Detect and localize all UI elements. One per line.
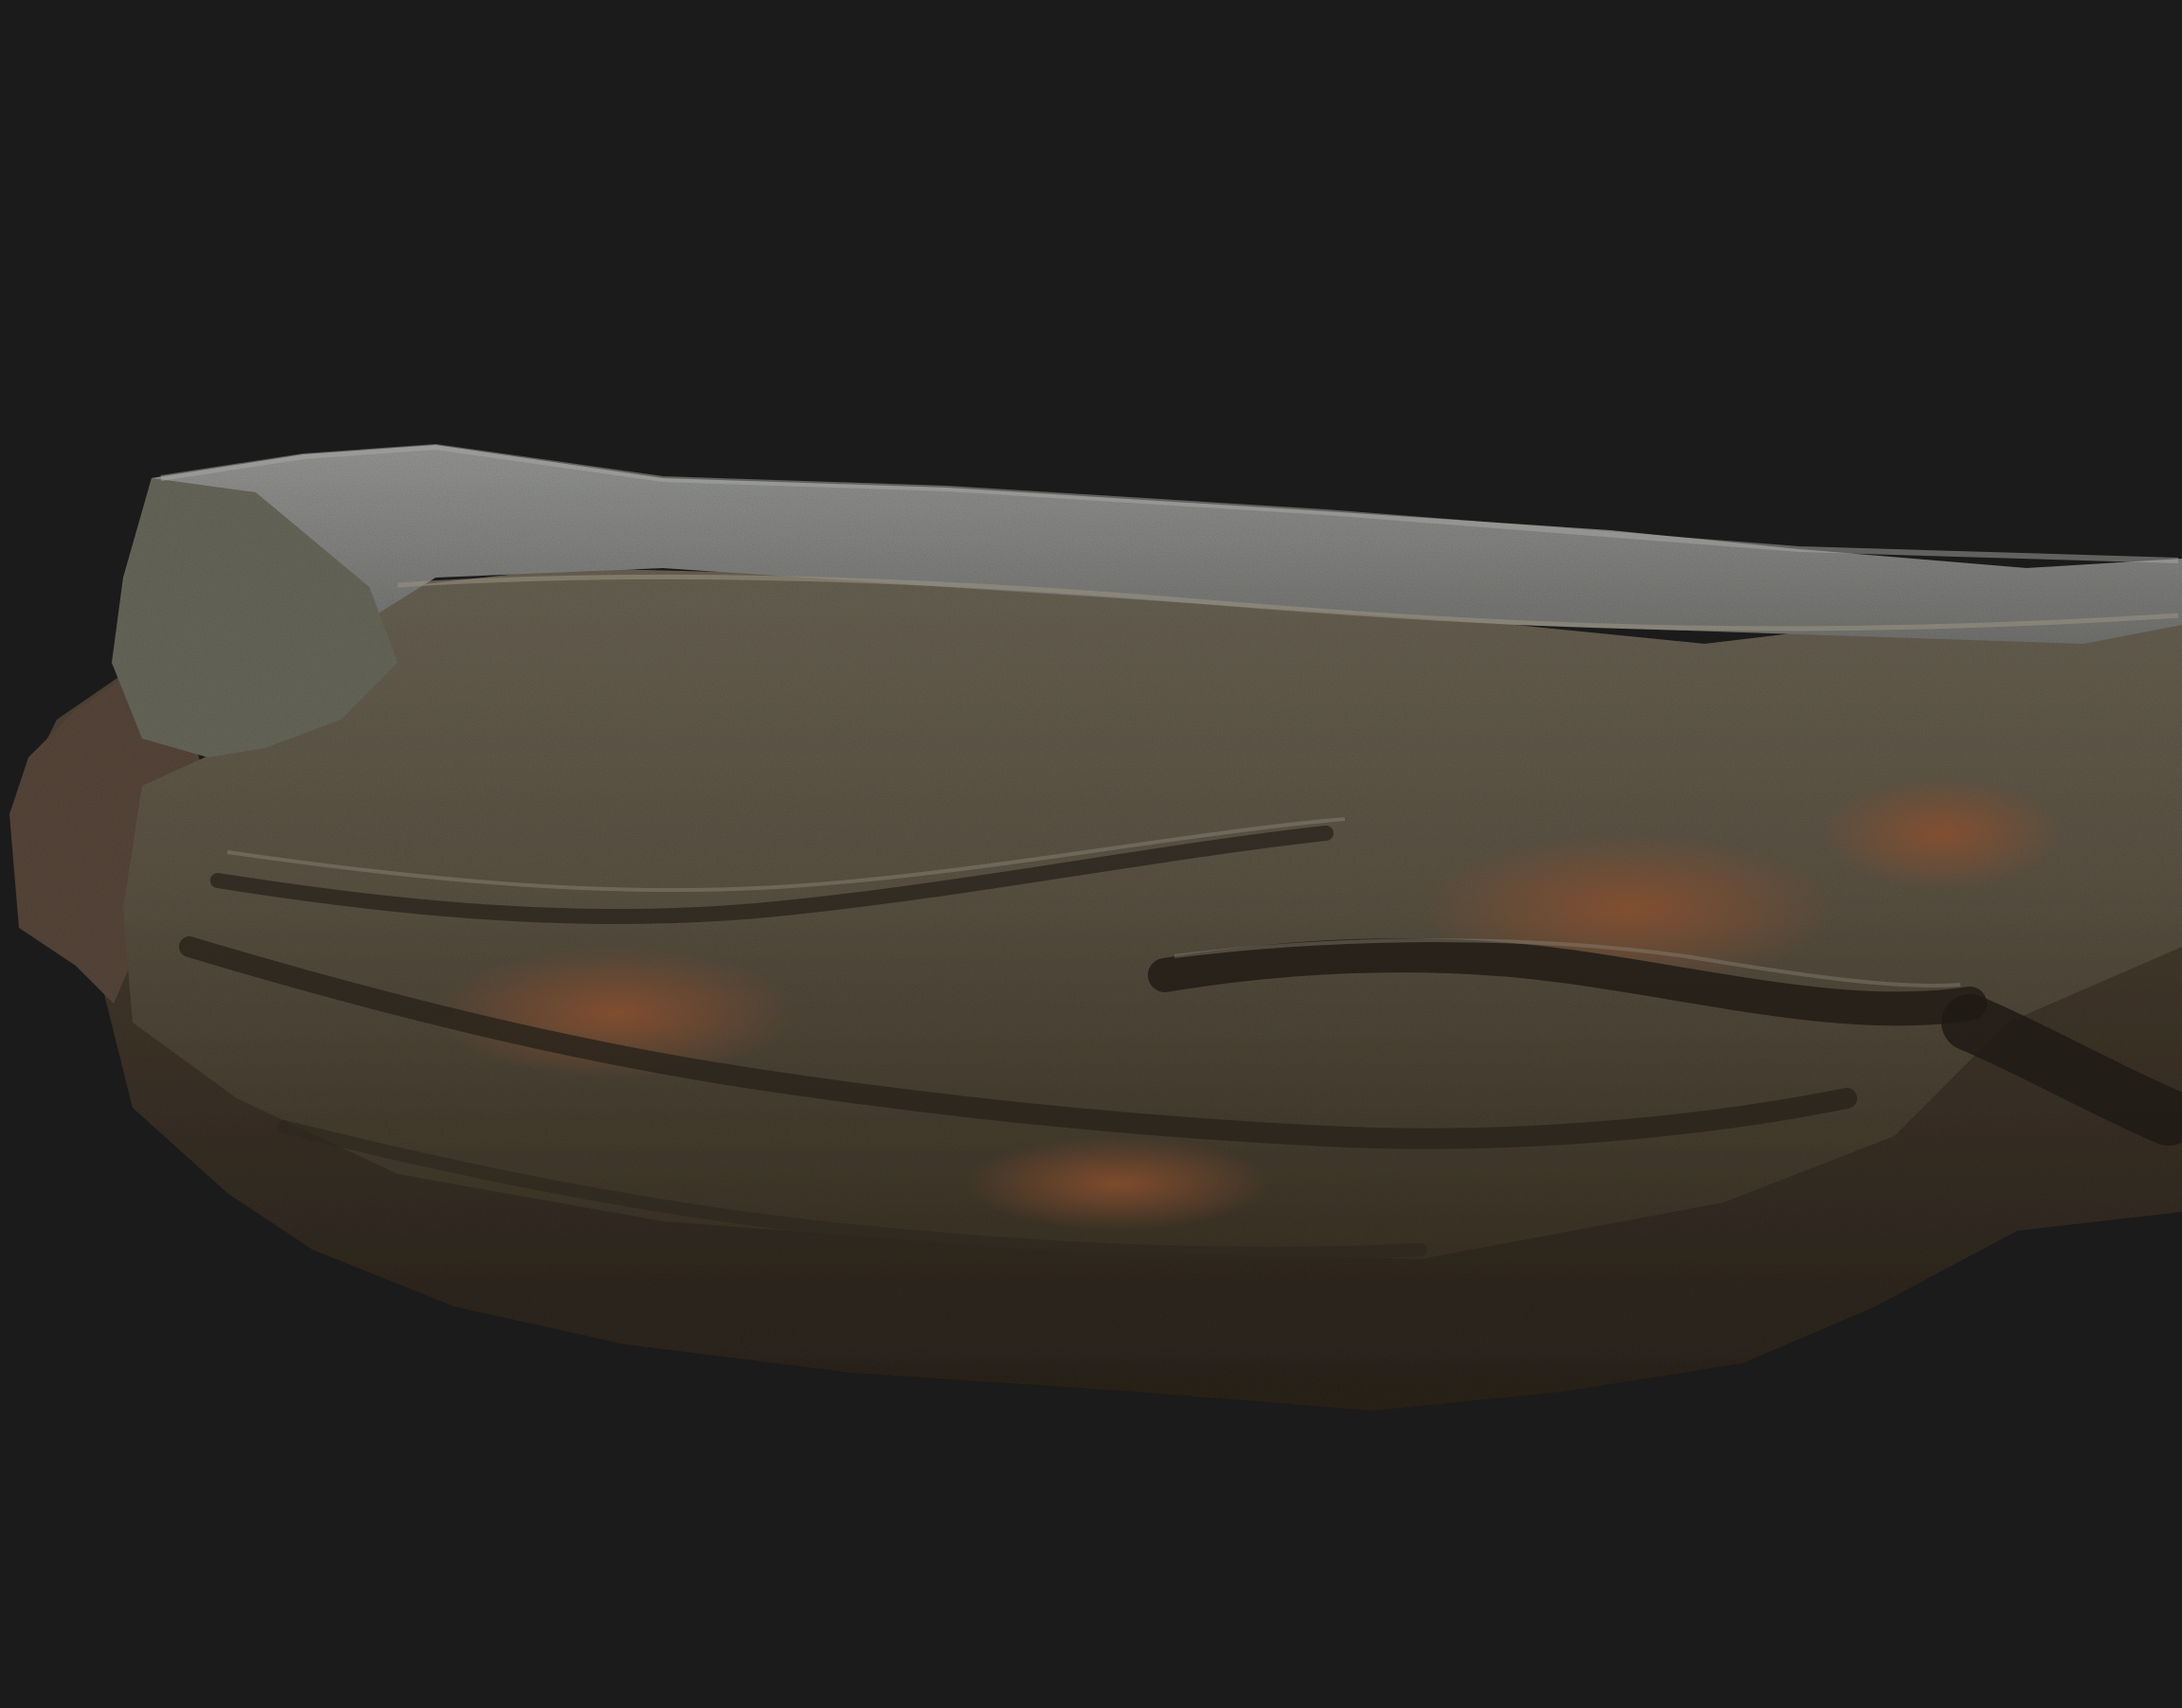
render-viewport bbox=[0, 0, 2182, 1708]
rock-render bbox=[9, 443, 2182, 1411]
rust-patch bbox=[1818, 776, 2065, 890]
rust-patch bbox=[966, 1136, 1269, 1231]
